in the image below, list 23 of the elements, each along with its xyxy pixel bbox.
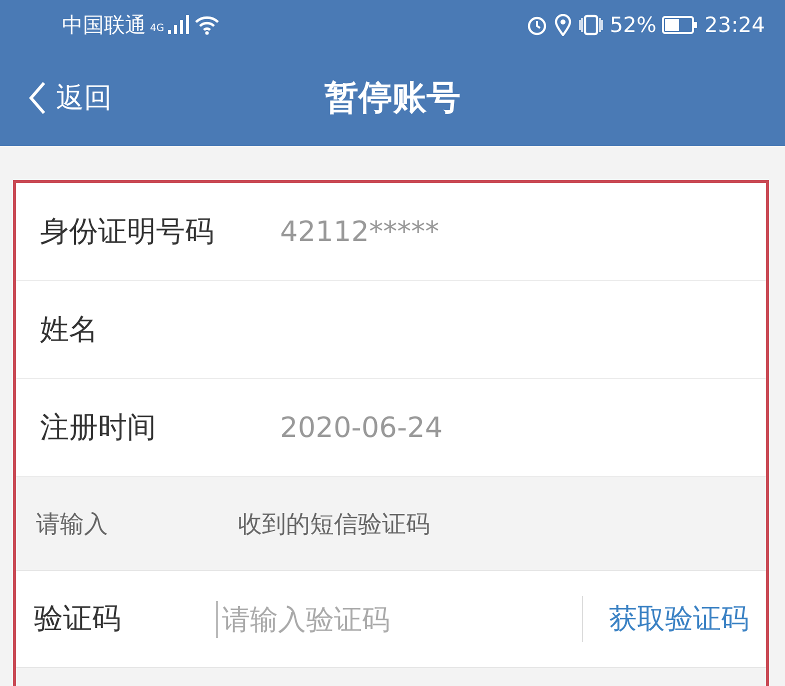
carrier-name: 中国联通 [62,12,146,39]
battery-icon [662,16,698,34]
network-type: 4G [150,23,164,34]
field-label: 身份证明号码 [40,212,215,250]
field-label: 注册时间 [40,408,157,446]
back-chevron-icon [28,81,46,115]
page-title: 暂停账号 [324,77,460,120]
signal-icon [168,15,190,35]
field-label: 姓名 [40,310,99,348]
get-code-button[interactable]: 获取验证码 [609,600,749,638]
alarm-icon [526,14,548,36]
sms-hint-text: 收到的短信验证码 [238,508,430,540]
vibrate-icon [578,14,604,36]
field-value: 42112***** [280,215,440,248]
code-input-field[interactable]: 请输入验证码 [216,600,566,638]
location-icon [554,14,572,36]
sms-hint-text: 请输入 [36,508,108,540]
clock-time: 23:24 [704,13,765,37]
field-label: 验证码 [34,600,122,637]
battery-percent: 52% [610,13,656,37]
wifi-icon [194,15,220,35]
field-value: 2020-06-24 [280,411,443,444]
back-button[interactable]: 返回 [28,79,112,117]
